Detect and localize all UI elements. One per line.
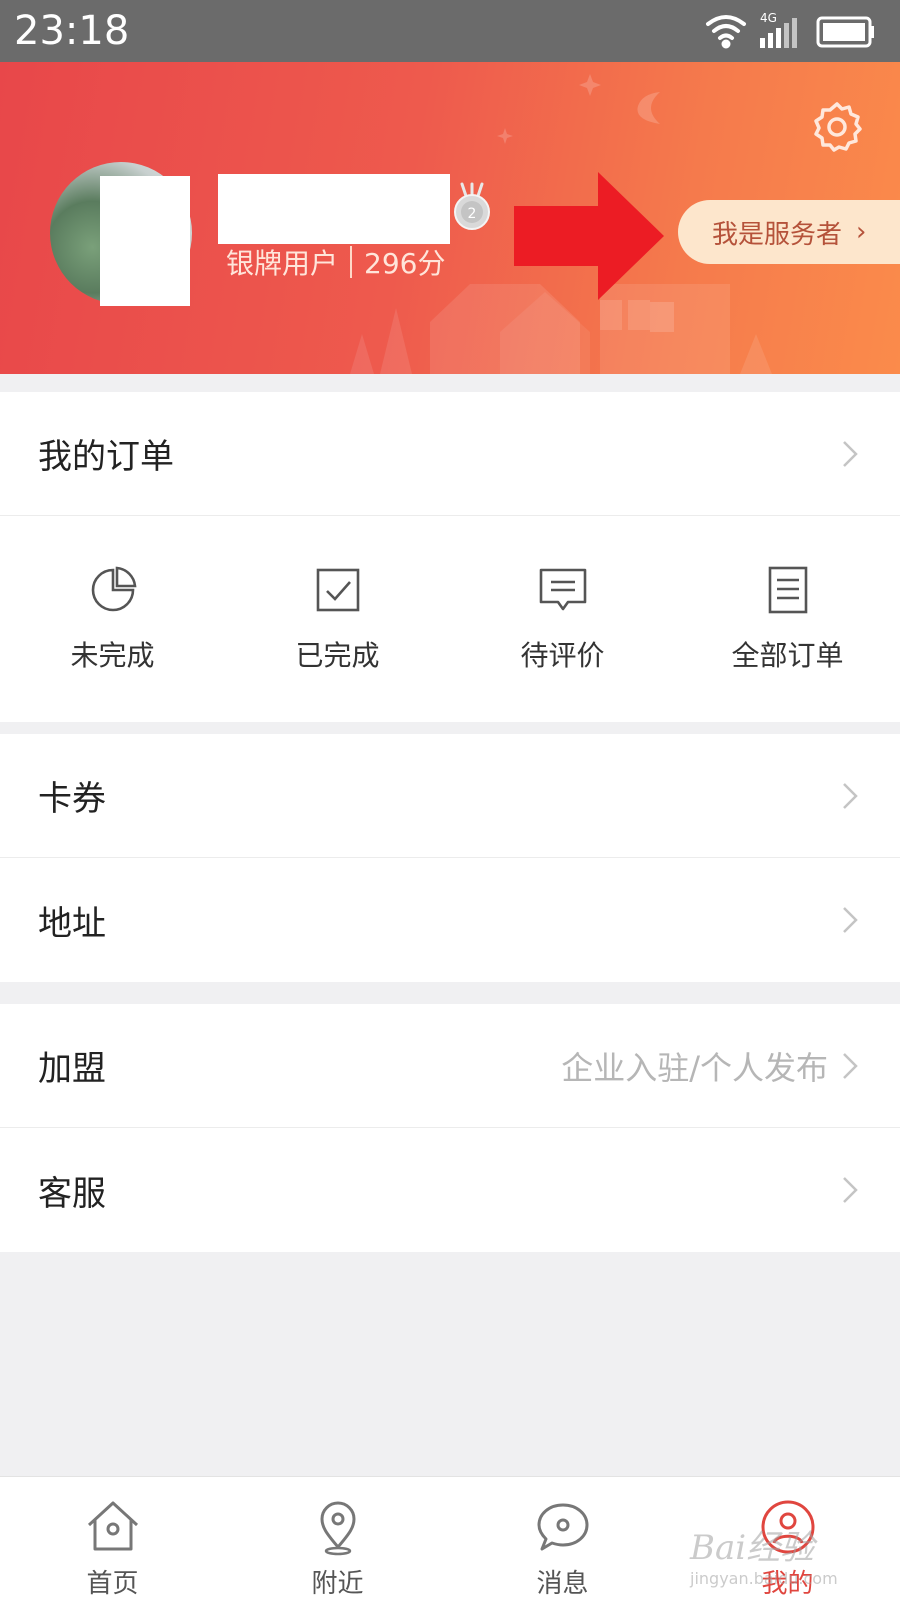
franchise-row[interactable]: 加盟 企业入驻/个人发布 <box>0 1004 900 1128</box>
tab-label: 消息 <box>536 1569 589 1599</box>
franchise-hint: 企业入驻/个人发布 <box>561 1048 828 1087</box>
order-status-all[interactable]: 全部订单 <box>675 516 900 722</box>
address-label: 地址 <box>38 903 106 944</box>
svg-text:2: 2 <box>468 206 477 222</box>
service-provider-button[interactable]: 我是服务者 › <box>678 200 900 264</box>
profile-header: 2 银牌用户 296分 我是服务者 › <box>0 62 900 374</box>
tab-nearby[interactable]: 附近 <box>225 1477 450 1601</box>
wifi-icon <box>706 15 746 49</box>
order-status-label: 全部订单 <box>731 639 844 672</box>
divider <box>350 246 353 278</box>
chevron-right-icon <box>843 782 858 809</box>
status-time: 23:18 <box>14 8 130 54</box>
chat-bubble-icon <box>537 1503 588 1551</box>
username-redaction <box>218 174 450 244</box>
user-info: 银牌用户 296分 <box>226 242 445 282</box>
annotation-arrow-icon <box>514 172 664 300</box>
member-level: 银牌用户 <box>226 247 339 280</box>
my-orders-row[interactable]: 我的订单 <box>0 392 900 516</box>
orders-section: 我的订单 未完成 已完成 待评价 全部订单 <box>0 392 900 722</box>
home-icon <box>87 1501 138 1551</box>
checkbox-icon <box>316 568 359 612</box>
order-status-grid: 未完成 已完成 待评价 全部订单 <box>0 516 900 722</box>
chevron-right-icon <box>843 907 858 933</box>
order-status-label: 未完成 <box>70 639 155 672</box>
chevron-right-icon <box>843 440 858 467</box>
chevron-right-icon <box>843 1177 858 1203</box>
tab-messages[interactable]: 消息 <box>450 1477 675 1601</box>
location-pin-icon <box>319 1501 356 1556</box>
network-type: 4G <box>760 11 777 25</box>
order-status-to-review[interactable]: 待评价 <box>450 516 675 722</box>
tab-home[interactable]: 首页 <box>0 1477 225 1601</box>
points-value: 296分 <box>364 247 446 280</box>
list-document-icon <box>768 566 807 614</box>
watermark-main: Bai经验 <box>690 1528 815 1568</box>
silver-medal-icon: 2 <box>454 182 490 230</box>
order-status-unfinished[interactable]: 未完成 <box>0 516 225 722</box>
account-section: 卡券 地址 <box>0 734 900 982</box>
more-section: 加盟 企业入驻/个人发布 客服 <box>0 1004 900 1252</box>
chevron-right-icon: › <box>856 217 867 247</box>
order-status-completed[interactable]: 已完成 <box>225 516 450 722</box>
comment-icon <box>539 568 586 611</box>
status-icons: 4G <box>706 11 874 49</box>
coupons-label: 卡券 <box>38 779 106 819</box>
coupons-row[interactable]: 卡券 <box>0 734 900 858</box>
tab-label: 首页 <box>86 1569 139 1599</box>
avatar-redaction <box>100 176 190 306</box>
pie-clock-icon <box>91 566 136 612</box>
chevron-right-icon <box>843 1052 858 1079</box>
my-orders-label: 我的订单 <box>38 437 174 477</box>
order-status-label: 已完成 <box>295 639 380 672</box>
address-row[interactable]: 地址 <box>0 858 900 982</box>
service-provider-label: 我是服务者 <box>712 219 843 250</box>
customer-service-row[interactable]: 客服 <box>0 1128 900 1252</box>
customer-service-label: 客服 <box>38 1173 106 1214</box>
status-bar: 23:18 4G <box>0 0 900 62</box>
watermark: Bai经验 jingyan.baidu.com <box>690 1520 838 1588</box>
order-status-label: 待评价 <box>520 639 605 672</box>
franchise-label: 加盟 <box>38 1049 106 1089</box>
settings-gear-icon[interactable] <box>810 100 864 154</box>
watermark-url: jingyan.baidu.com <box>690 1569 838 1588</box>
tab-label: 附近 <box>311 1569 364 1599</box>
battery-icon <box>816 16 874 48</box>
